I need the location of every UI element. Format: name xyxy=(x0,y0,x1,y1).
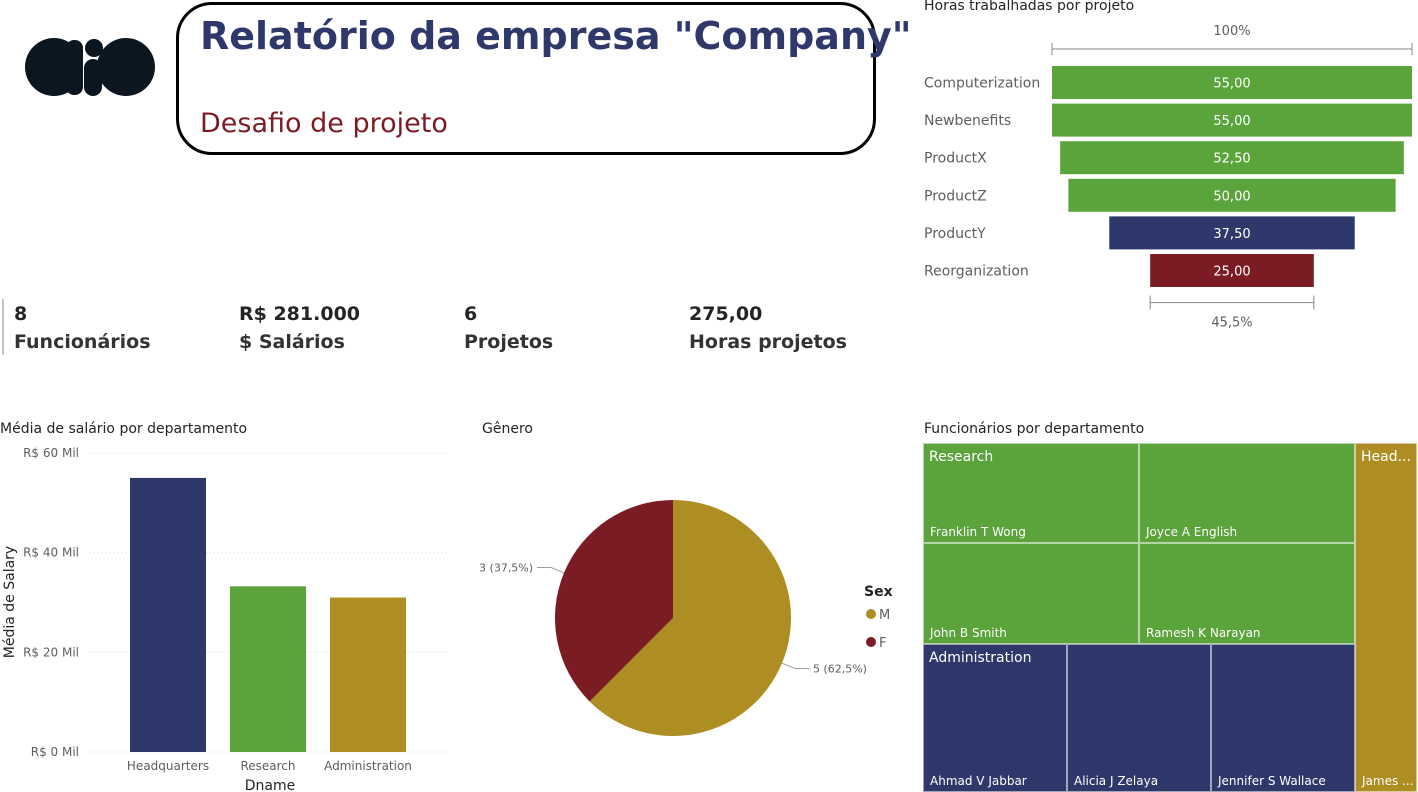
funnel-category-label: Reorganization xyxy=(924,264,1029,280)
pie-slice-label: 5 (62,5%) xyxy=(813,663,867,676)
treemap-employee-name: Alicia J Zelaya xyxy=(1074,774,1159,788)
treemap-cell: John B Smith xyxy=(923,543,1139,644)
bar-chart-title: Média de salário por departamento xyxy=(0,421,248,437)
funnel-category-label: ProductZ xyxy=(924,188,987,204)
kpi-employees-value: 8 xyxy=(14,303,28,325)
kpi-projects-label: Projetos xyxy=(464,331,554,353)
treemap-employee-name: Ramesh K Narayan xyxy=(1146,626,1261,640)
funnel-value-label: 50,00 xyxy=(1213,189,1250,204)
dio-logo-icon xyxy=(25,38,155,96)
treemap-employee-name: James ... xyxy=(1362,774,1414,788)
treemap-cell: Joyce A English xyxy=(1139,443,1355,543)
treemap-cell: Ramesh K Narayan xyxy=(1139,543,1355,644)
treemap-title: Funcionários por departamento xyxy=(924,421,1145,437)
treemap-employee-name: John B Smith xyxy=(930,626,1007,640)
treemap-group-label: Administration xyxy=(929,650,1032,666)
funnel-top-label: 100% xyxy=(1213,24,1250,39)
bar-x-tick-label: Headquarters xyxy=(127,759,209,773)
employee-treemap: Franklin T Wong Joyce A English John B Smi… xyxy=(923,443,1417,792)
pie-slice-label: 3 (37,5%) xyxy=(480,561,533,574)
kpi-employees-label: Funcionários xyxy=(14,331,151,353)
bar-y-tick-label: R$ 60 Mil xyxy=(23,446,79,460)
gender-pie-chart: 5 (62,5%) 3 (37,5%) Sex MF xyxy=(480,500,893,736)
salary-bar xyxy=(330,597,406,752)
funnel-category-label: Newbenefits xyxy=(924,113,1011,129)
pie-legend-label: M xyxy=(879,608,890,623)
kpi-accent-bar xyxy=(2,299,4,355)
bar-x-tick-label: Administration xyxy=(324,759,412,773)
kpi-projects-value: 6 xyxy=(464,303,478,325)
pie-legend-label: F xyxy=(879,636,886,651)
funnel-bottom-label: 45,5% xyxy=(1211,316,1252,331)
bar-y-axis-title: Média de Salary xyxy=(2,546,18,658)
funnel-category-label: ProductY xyxy=(924,226,986,242)
pie-leader-line xyxy=(537,566,565,574)
treemap-employee-name: Jennifer S Wallace xyxy=(1218,774,1326,788)
kpi-hours-label: Horas projetos xyxy=(689,331,847,353)
pie-chart-title: Gênero xyxy=(482,421,533,437)
bar-x-tick-label: Research xyxy=(240,759,295,773)
treemap-cell: Alicia J Zelaya xyxy=(1067,644,1211,792)
funnel-chart: 100% 55,00 Computerization 55,00 Newbenefits… xyxy=(924,24,1413,331)
report-subtitle: Desafio de projeto xyxy=(200,108,448,139)
funnel-value-label: 55,00 xyxy=(1213,114,1250,129)
treemap-employee-name: Joyce A English xyxy=(1146,525,1238,539)
treemap-cell: Jennifer S Wallace xyxy=(1211,644,1355,792)
treemap-employee-name: Ahmad V Jabbar xyxy=(930,774,1027,788)
bar-x-axis-title: Dname xyxy=(245,778,295,792)
report-title: Relatório da empresa "Company" xyxy=(200,14,912,58)
funnel-value-label: 25,00 xyxy=(1213,265,1250,280)
funnel-value-label: 37,50 xyxy=(1213,227,1250,242)
treemap-employee-name: Franklin T Wong xyxy=(930,525,1026,539)
bar-y-tick-label: R$ 20 Mil xyxy=(23,645,79,659)
treemap-group-label: Head... xyxy=(1361,449,1411,465)
bar-y-tick-label: R$ 40 Mil xyxy=(23,546,79,560)
kpi-hours-value: 275,00 xyxy=(689,303,763,325)
salary-bar xyxy=(130,477,206,752)
kpi-salaries-label: $ Salários xyxy=(239,331,345,353)
treemap-cell: James ... xyxy=(1355,443,1417,792)
funnel-category-label: Computerization xyxy=(924,76,1040,92)
treemap-cell: Ahmad V Jabbar xyxy=(923,644,1067,792)
pie-leader-line xyxy=(781,662,809,670)
pie-legend-title: Sex xyxy=(864,584,893,600)
salary-bar-chart: R$ 0 Mil R$ 20 Mil R$ 40 Mil R$ 60 Mil Headq… xyxy=(2,446,450,792)
funnel-category-label: ProductX xyxy=(924,151,987,167)
salary-bar xyxy=(230,586,306,752)
treemap-group-label: Research xyxy=(929,449,994,465)
kpi-salaries-value: R$ 281.000 xyxy=(239,303,361,325)
funnel-value-label: 52,50 xyxy=(1213,152,1250,167)
bar-y-tick-label: R$ 0 Mil xyxy=(31,745,79,759)
funnel-value-label: 55,00 xyxy=(1213,77,1250,92)
pie-legend-marker xyxy=(866,637,876,647)
pie-legend-marker xyxy=(866,609,876,619)
